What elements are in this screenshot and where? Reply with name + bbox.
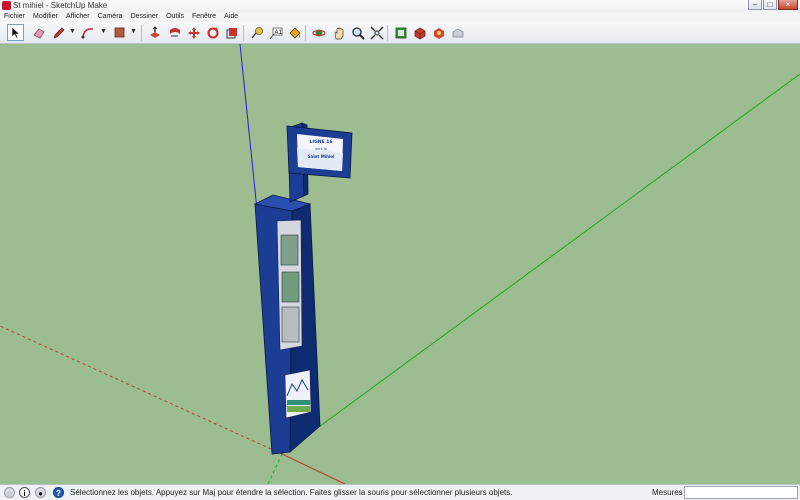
svg-text:A1: A1 <box>274 30 282 36</box>
menu-fenetre[interactable]: Fenêtre <box>192 12 216 22</box>
push-pull-icon[interactable] <box>146 24 163 41</box>
model-viewport[interactable]: LIGNE 16 vers la Saint Mihiel <box>0 44 800 484</box>
green-axis-dashed-line <box>267 453 283 484</box>
maximize-button[interactable]: □ <box>763 0 777 10</box>
menu-modifier[interactable]: Modifier <box>33 12 58 22</box>
toolbar-separator <box>305 25 306 41</box>
sign-line-route: LIGNE 16 <box>309 140 333 145</box>
menu-aide[interactable]: Aide <box>224 12 238 22</box>
display-screen-bottom <box>281 306 300 343</box>
model-canvas <box>0 44 800 484</box>
pencil-dropdown-arrow-icon[interactable]: ▼ <box>69 28 76 36</box>
follow-me-icon[interactable] <box>166 24 183 41</box>
geolocation-icon[interactable]: ◌ <box>4 487 15 498</box>
share-model-icon[interactable] <box>449 24 466 41</box>
large-toolset-toolbar: ▼ ▼ ▼ A1 <box>0 22 800 44</box>
move-icon[interactable] <box>185 24 202 41</box>
minimize-button[interactable]: – <box>748 0 762 10</box>
menu-afficher[interactable]: Afficher <box>66 12 90 22</box>
measurements-input[interactable] <box>684 486 798 499</box>
close-button[interactable]: × <box>778 0 798 10</box>
pencil-icon[interactable] <box>50 24 67 41</box>
sign-text: LIGNE 16 vers la Saint Mihiel <box>299 139 343 160</box>
display-screen-middle <box>281 271 300 303</box>
tape-measure-icon[interactable] <box>248 24 265 41</box>
arc-dropdown-arrow-icon[interactable]: ▼ <box>100 28 107 36</box>
display-screen-top <box>280 234 299 266</box>
window-title: St mihiel - SketchUp Make <box>13 1 108 10</box>
menu-dessiner[interactable]: Dessiner <box>130 12 158 22</box>
measurements-label: Mesures <box>652 488 683 497</box>
toolbar-separator <box>387 25 388 41</box>
toolbar-separator <box>141 25 142 41</box>
extension-icon[interactable] <box>430 24 447 41</box>
sketchup-app-icon <box>2 1 11 10</box>
select-icon[interactable] <box>7 24 24 41</box>
components-icon[interactable] <box>411 24 428 41</box>
red-axis-line <box>281 453 346 484</box>
rectangle-icon[interactable] <box>111 24 128 41</box>
arc-icon[interactable] <box>79 24 96 41</box>
rotate-icon[interactable] <box>204 24 221 41</box>
text-icon[interactable]: A1 <box>267 24 284 41</box>
rectangle-dropdown-arrow-icon[interactable]: ▼ <box>130 28 137 36</box>
menu-outils[interactable]: Outils <box>166 12 184 22</box>
help-icon[interactable]: ? <box>53 487 64 498</box>
menu-bar: Fichier Modifier Afficher Caméra Dessine… <box>0 12 800 22</box>
menu-camera[interactable]: Caméra <box>98 12 123 22</box>
warehouse-icon[interactable] <box>392 24 409 41</box>
bus-stop-sign-model <box>253 122 353 455</box>
offset-icon[interactable] <box>223 24 240 41</box>
credits-icon[interactable]: i <box>19 487 30 498</box>
sign-line-direction: vers la <box>315 147 327 151</box>
green-axis-line <box>281 73 800 455</box>
red-axis-dashed-line <box>0 325 283 455</box>
menu-fichier[interactable]: Fichier <box>4 12 25 22</box>
orbit-icon[interactable] <box>310 24 327 41</box>
status-bar: ◌ i ● ? Sélectionnez les objets. Appuyez… <box>0 484 800 500</box>
paint-bucket-icon[interactable] <box>286 24 303 41</box>
user-icon[interactable]: ● <box>35 487 46 498</box>
eraser-icon[interactable] <box>30 24 47 41</box>
window-controls: – □ × <box>748 0 798 12</box>
status-message: Sélectionnez les objets. Appuyez sur Maj… <box>70 488 513 497</box>
zoom-icon[interactable] <box>349 24 366 41</box>
title-bar: St mihiel - SketchUp Make – □ × <box>0 0 800 12</box>
pan-icon[interactable] <box>330 24 347 41</box>
zoom-extents-icon[interactable] <box>368 24 385 41</box>
toolbar-separator <box>243 25 244 41</box>
sign-line-destination: Saint Mihiel <box>307 154 335 159</box>
